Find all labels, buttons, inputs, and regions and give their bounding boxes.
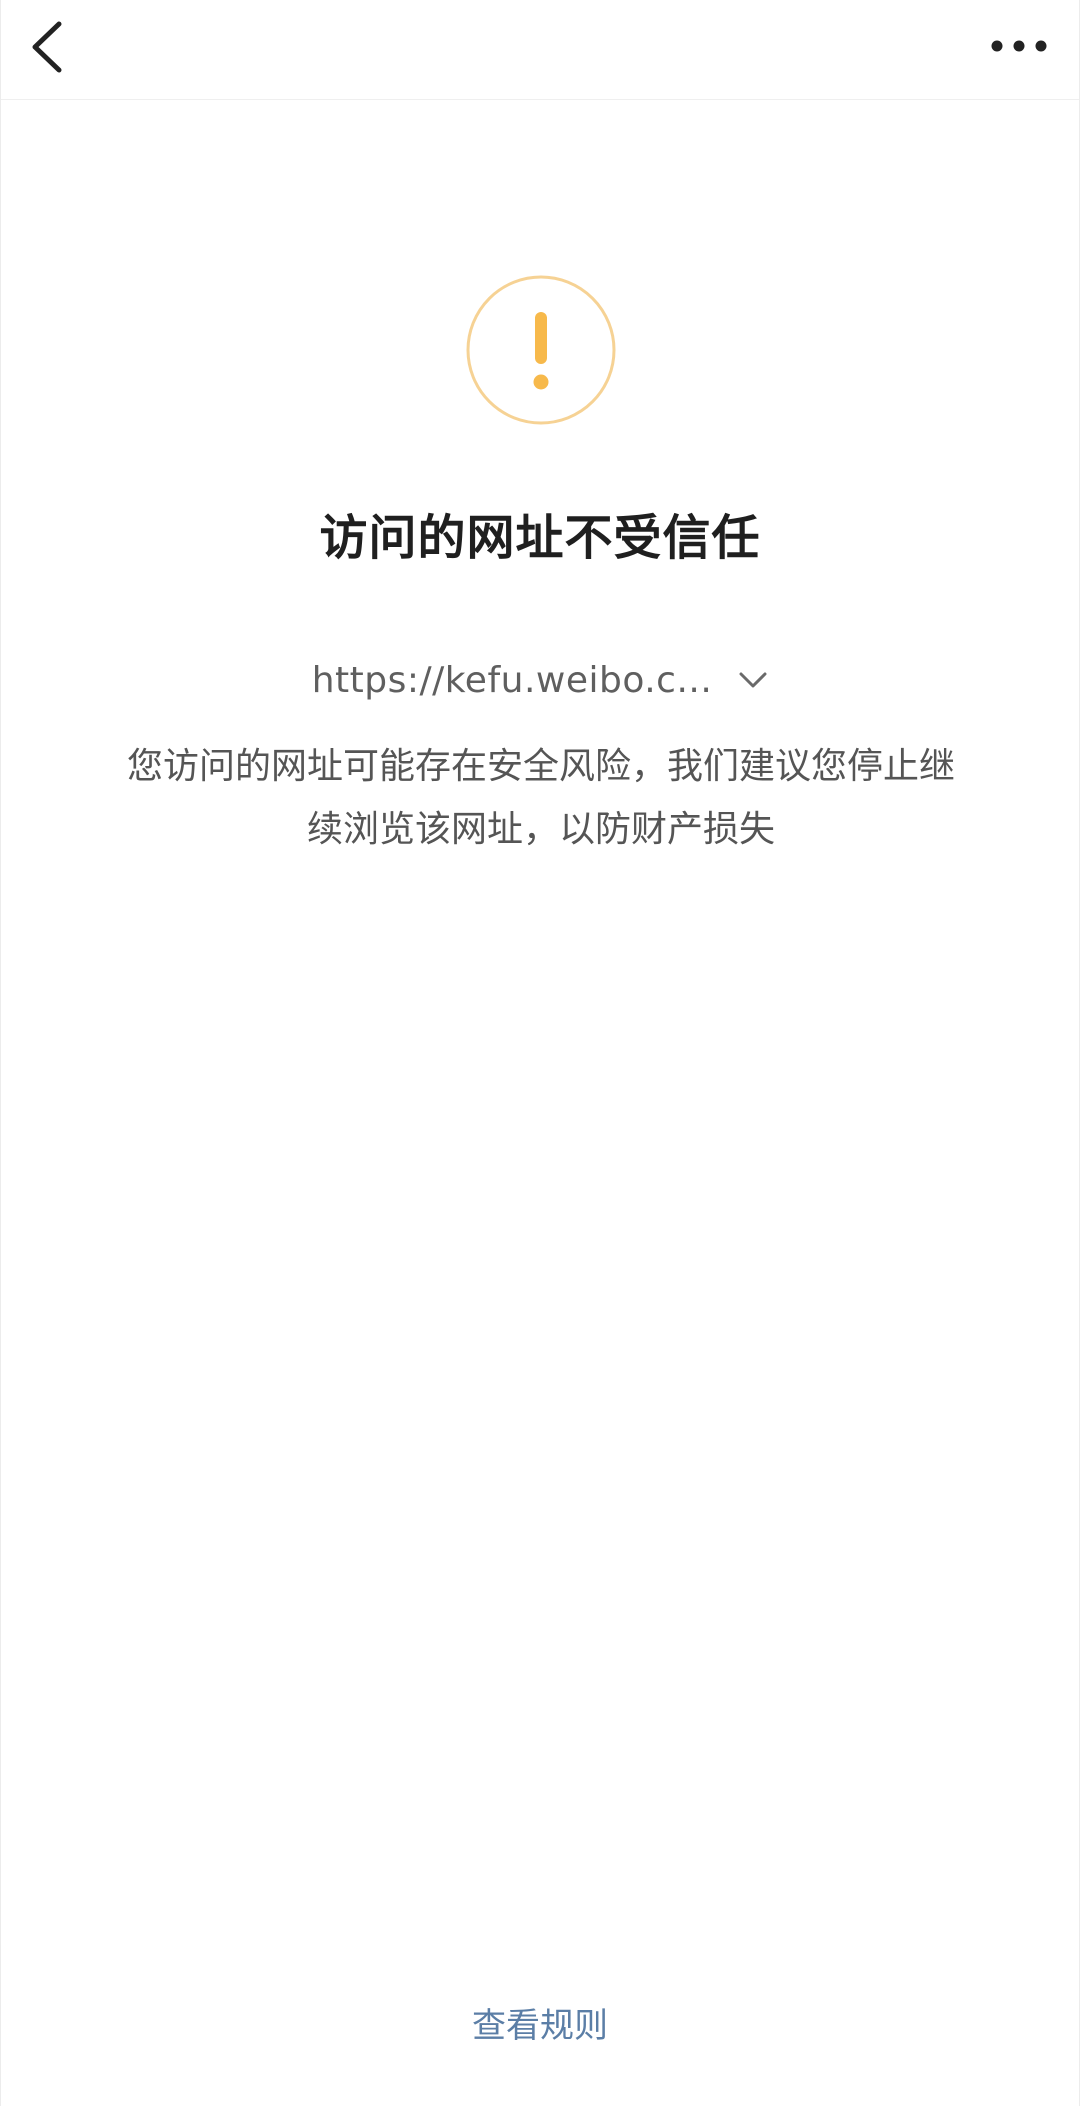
url-expand-toggle[interactable]: https://kefu.weibo.c...: [1, 650, 1079, 710]
page-title: 访问的网址不受信任: [319, 510, 761, 566]
more-dots-icon: [991, 40, 1047, 52]
trust-warning-page: 访问的网址不受信任 https://kefu.weibo.c... 您访问的网址…: [0, 0, 1080, 2106]
chevron-down-icon: [739, 672, 767, 688]
url-text: https://kefu.weibo.c...: [311, 659, 713, 701]
chevron-left-icon: [32, 21, 62, 73]
view-rules-link[interactable]: 查看规则: [1, 1998, 1079, 2047]
warning-description: 您访问的网址可能存在安全风险，我们建议您停止继续浏览该网址，以防财产损失: [126, 746, 955, 850]
top-nav-bar: [1, 0, 1079, 100]
more-options-button[interactable]: [977, 14, 1061, 78]
back-button[interactable]: [15, 12, 79, 82]
exclamation-icon: [466, 275, 616, 425]
